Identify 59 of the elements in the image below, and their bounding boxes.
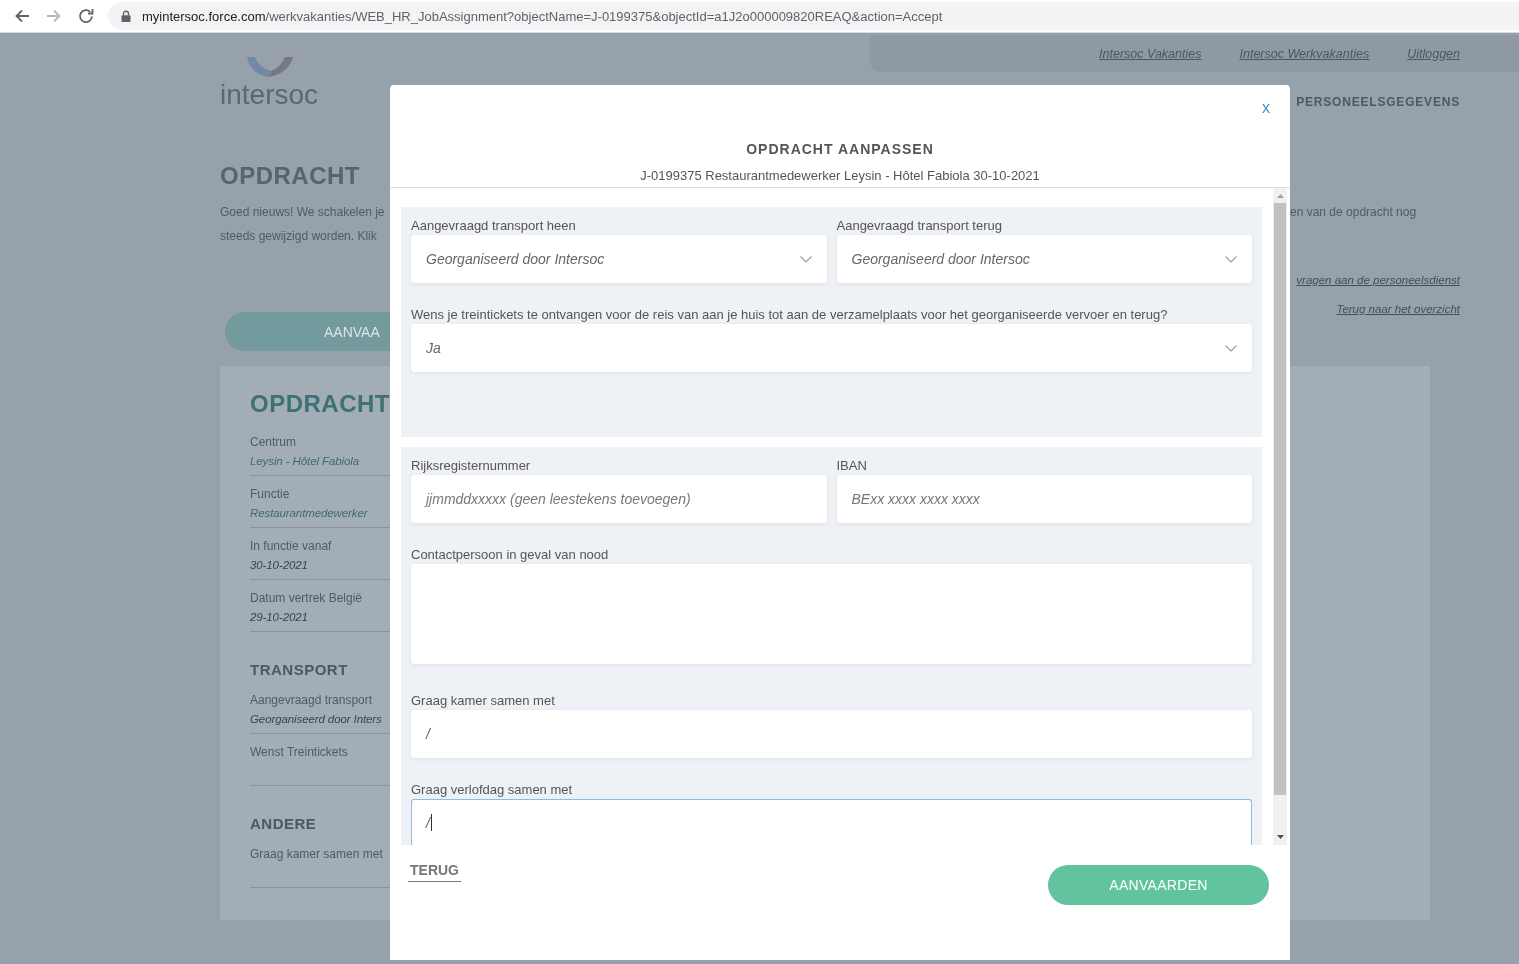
reload-icon	[78, 8, 94, 24]
address-bar[interactable]: myintersoc.force.com/werkvakanties/WEB_HR_JobAssignment?objectName=J-0199375&objectId=a1J2o000009820REAQ&action=Accept	[108, 2, 1519, 30]
section-heading: ANDERE	[250, 815, 317, 833]
dropdown-field[interactable]: Georganiseerd door Intersoc	[411, 235, 827, 283]
logo-wordmark: intersoc	[220, 79, 319, 111]
close-button[interactable]: x	[1258, 99, 1274, 117]
dropdown-field[interactable]: Georganiseerd door Intersoc	[836, 235, 1252, 283]
header-link[interactable]: Uitloggen	[1407, 46, 1460, 61]
field-value: 30-10-2021	[250, 558, 308, 573]
side-link[interactable]: vragen aan de personeelsdienst	[1296, 271, 1460, 289]
section-heading: TRANSPORT	[250, 661, 348, 679]
field-label: Functie	[250, 486, 290, 502]
text-input[interactable]: /	[411, 799, 1252, 845]
lock-icon	[121, 10, 131, 22]
field-label: Aangevraagd transport	[250, 692, 373, 708]
field-value: Georganiseerd door Inters	[250, 712, 382, 727]
page-heading: OPDRACHT	[220, 162, 360, 190]
scrollbar-thumb[interactable]	[1274, 203, 1286, 795]
card-title: OPDRACHT	[250, 390, 390, 418]
field-label: Aangevraagd transport terug	[836, 218, 1003, 233]
logo-swoosh-icon	[247, 57, 293, 77]
field-label: Wenst Treintickets	[250, 744, 348, 760]
modal-title: OPDRACHT AANPASSEN	[746, 140, 934, 158]
text-input[interactable]: jjmmddxxxxx (geen leestekens toevoegen)	[411, 475, 827, 523]
intro-text: Goed nieuws! We schakelen je	[220, 204, 385, 221]
intro-text: steeds gewijzigd worden. Klik	[220, 228, 377, 245]
header-link[interactable]: Intersoc Vakanties	[1099, 46, 1202, 61]
chevron-down-icon	[1225, 344, 1237, 352]
field-label: Centrum	[250, 434, 296, 450]
chevron-down-icon	[799, 255, 812, 263]
field-label: Datum vertrek België	[250, 590, 363, 606]
text-input[interactable]: /	[411, 710, 1252, 758]
field-value: 29-10-2021	[250, 610, 308, 625]
forward-arrow-icon	[46, 8, 62, 24]
field-label: Rijksregisternummer	[411, 458, 532, 473]
back-arrow-icon	[14, 8, 30, 24]
text-input[interactable]: BExx xxxx xxxx xxxx	[836, 475, 1252, 523]
dropdown-field[interactable]: Ja	[411, 324, 1252, 372]
field-value: Leysin - Hôtel Fabiola	[250, 454, 360, 469]
field-label: IBAN	[836, 458, 868, 473]
intro-text: en van de opdracht nog	[1290, 204, 1417, 221]
field-label: Aangevraagd transport heen	[411, 218, 577, 233]
field-label: Graag kamer samen met	[250, 846, 383, 862]
field-value: Restaurantmedewerker	[250, 506, 368, 521]
back-link[interactable]: TERUG	[408, 861, 461, 882]
scroll-up-icon[interactable]	[1276, 194, 1284, 198]
chevron-down-icon	[1225, 255, 1237, 263]
text-cursor-icon	[430, 814, 432, 831]
accept-button[interactable]: AANVAA	[225, 312, 390, 351]
field-label: In functie vanaf	[250, 538, 332, 554]
scroll-down-icon[interactable]	[1276, 835, 1284, 839]
field-label: Graag kamer samen met	[411, 693, 556, 708]
field-label: Contactpersoon in geval van nood	[411, 547, 610, 562]
modal-subtitle: J-0199375 Restaurantmedewerker Leysin - Hôtel Fabiola 30-10-2021	[640, 168, 1040, 184]
field-label: Wens je treintickets te ontvangen voor de reis van aan je huis tot aan de verzamelplaats voor het georganiseerde vervoer en terug?	[411, 307, 1169, 322]
field-label: Graag verlofdag samen met	[411, 782, 574, 797]
nav-item[interactable]: PERSONEELSGEGEVENS	[1296, 94, 1460, 110]
side-link[interactable]: Terug naar het overzicht	[1336, 300, 1460, 318]
header-link[interactable]: Intersoc Werkvakanties	[1239, 46, 1370, 61]
